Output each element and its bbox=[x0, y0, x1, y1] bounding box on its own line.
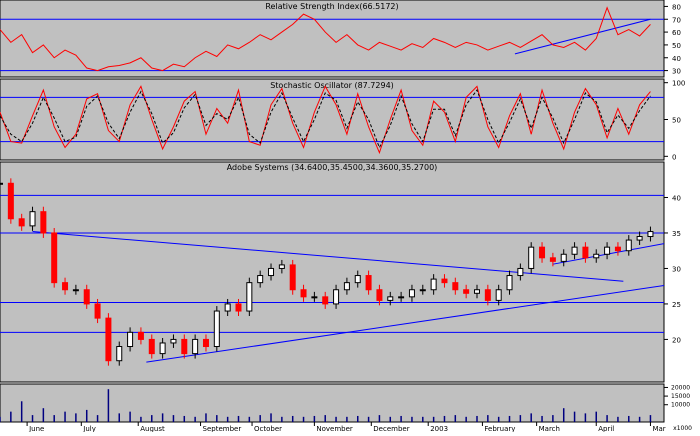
candle-body bbox=[40, 211, 47, 234]
candle-body bbox=[625, 239, 632, 252]
candle-body bbox=[29, 211, 36, 227]
candle-body bbox=[257, 275, 264, 284]
candle-body bbox=[127, 331, 134, 348]
candle-body bbox=[354, 275, 361, 284]
candle-body bbox=[289, 264, 296, 291]
x-tick-label: October bbox=[254, 425, 282, 432]
candle-body bbox=[181, 338, 188, 355]
candle-body bbox=[571, 246, 578, 255]
candle-body bbox=[647, 231, 654, 238]
candle-body bbox=[202, 338, 209, 348]
stochastic-title: Stochastic Oscillator (87.7294) bbox=[270, 81, 394, 90]
candle-body bbox=[159, 342, 166, 355]
candle-body bbox=[582, 246, 589, 259]
candle-body bbox=[398, 296, 405, 299]
candle-body bbox=[528, 246, 535, 269]
candle-body bbox=[430, 278, 437, 291]
candle-body bbox=[495, 289, 502, 301]
candle-body bbox=[604, 246, 611, 255]
x-tick-label: September bbox=[203, 425, 242, 432]
y-tick-label: 30 bbox=[672, 265, 681, 273]
candle-body bbox=[268, 267, 275, 277]
y-tick-label: 40 bbox=[672, 55, 681, 63]
x-tick-label: March bbox=[539, 425, 560, 432]
candle-body bbox=[235, 303, 242, 312]
y-tick-label: 80 bbox=[672, 3, 681, 11]
y-tick-label: 60 bbox=[672, 29, 681, 37]
x-tick-label: November bbox=[316, 425, 353, 432]
candle-body bbox=[419, 289, 426, 292]
price-title: Adobe Systems (34.6400,35.4500,34.3600,3… bbox=[227, 163, 438, 172]
candle-body bbox=[116, 346, 123, 362]
candle-body bbox=[105, 317, 112, 362]
y-tick-label: 50 bbox=[672, 117, 681, 125]
candle-body bbox=[51, 232, 58, 284]
y-tick-label: 40 bbox=[672, 194, 681, 202]
y-tick-label: 50 bbox=[672, 42, 681, 50]
candle-body bbox=[0, 182, 3, 185]
y-tick-label: 100 bbox=[672, 80, 685, 88]
candle-body bbox=[224, 303, 231, 312]
x-axis-ticks: June July August September October November De… bbox=[26, 422, 666, 433]
candle-body bbox=[539, 246, 546, 259]
candle-body bbox=[614, 246, 621, 252]
candle-body bbox=[593, 253, 600, 259]
candle-body bbox=[246, 282, 253, 312]
candle-body bbox=[94, 303, 101, 319]
candle-body bbox=[278, 264, 285, 269]
candle-body bbox=[365, 275, 372, 291]
x-tick-label: June bbox=[28, 425, 44, 432]
y-tick-label: 15000 bbox=[671, 393, 690, 400]
stock-chart: Relative Strength Index(66.5172) Stochas… bbox=[0, 0, 692, 433]
candle-body bbox=[300, 289, 307, 298]
candle-body bbox=[311, 296, 318, 299]
chart-stage: Relative Strength Index(66.5172) Stochas… bbox=[0, 0, 700, 433]
y-axis-ticks: 30 40 50 60 70 80 0 50 100 20 25 30 35 40 10000 15000 20… bbox=[664, 3, 690, 409]
candle-body bbox=[192, 338, 199, 355]
candle-body bbox=[333, 289, 340, 305]
candle-body bbox=[18, 218, 25, 227]
candle-body bbox=[387, 296, 394, 301]
rsi-title: Relative Strength Index(66.5172) bbox=[265, 2, 398, 11]
y-tick-label: 20000 bbox=[671, 384, 690, 391]
candle-body bbox=[452, 282, 459, 291]
y-tick-label: 10000 bbox=[671, 402, 690, 409]
candle-body bbox=[213, 310, 220, 348]
candle-body bbox=[322, 296, 329, 305]
candle-body bbox=[343, 282, 350, 291]
candle-body bbox=[170, 338, 177, 344]
candle-body bbox=[636, 236, 643, 241]
volume-unit-label: x1000 bbox=[673, 425, 692, 432]
candle-body bbox=[441, 278, 448, 284]
candle-body bbox=[72, 289, 79, 292]
y-tick-label: 25 bbox=[672, 301, 681, 309]
x-tick-label: 2003 bbox=[430, 425, 448, 432]
x-tick-label: December bbox=[373, 425, 409, 432]
candle-body bbox=[549, 257, 556, 262]
y-tick-label: 70 bbox=[672, 16, 681, 24]
candle-body bbox=[7, 182, 14, 220]
y-tick-label: 0 bbox=[672, 153, 676, 161]
x-tick-label: August bbox=[140, 425, 165, 432]
y-tick-label: 20 bbox=[672, 336, 681, 344]
candle-body bbox=[408, 289, 415, 298]
x-tick-label: April bbox=[598, 425, 614, 432]
candle-body bbox=[484, 289, 491, 301]
x-tick-label: Mar bbox=[652, 425, 665, 432]
candle-body bbox=[376, 289, 383, 301]
candle-body bbox=[473, 289, 480, 294]
candle-body bbox=[137, 331, 144, 340]
candle-body bbox=[62, 282, 69, 291]
candle-body bbox=[463, 289, 470, 294]
candle-body bbox=[83, 289, 90, 305]
x-tick-label: July bbox=[82, 425, 96, 432]
y-tick-label: 30 bbox=[672, 68, 681, 76]
candle-body bbox=[517, 267, 524, 277]
y-tick-label: 35 bbox=[672, 230, 681, 238]
candle-body bbox=[560, 253, 567, 262]
candle-body bbox=[506, 275, 513, 291]
candle-body bbox=[148, 338, 155, 355]
x-tick-label: February bbox=[484, 425, 515, 432]
